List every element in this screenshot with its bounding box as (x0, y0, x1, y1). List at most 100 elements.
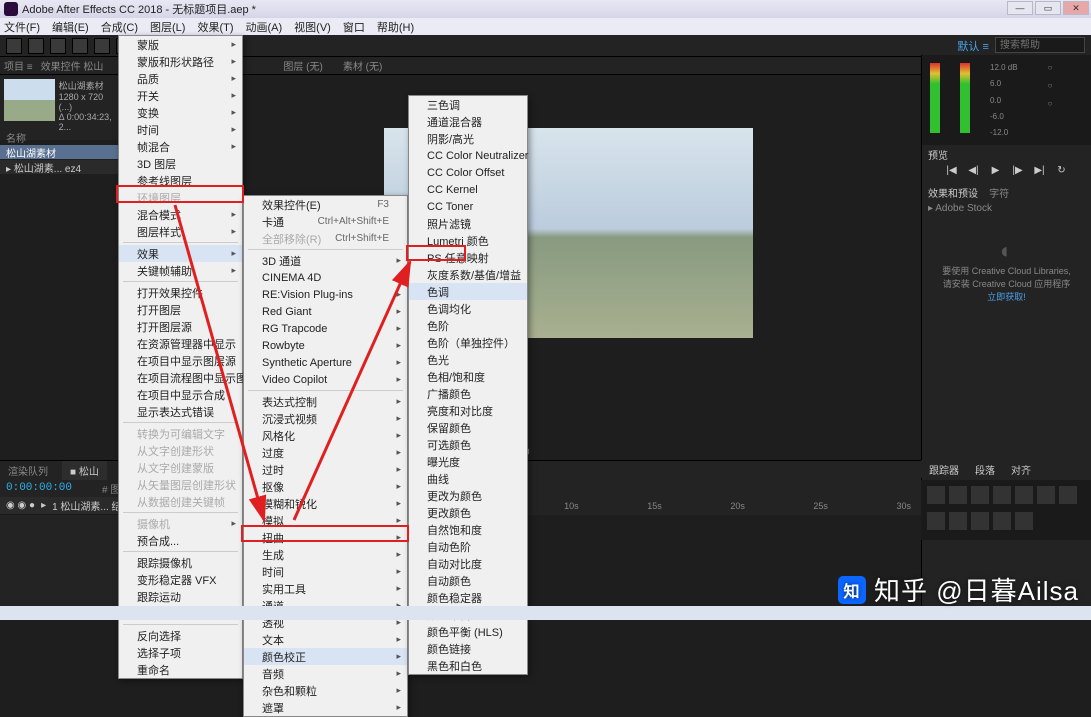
workspace-default[interactable]: 默认 ≡ (957, 38, 988, 54)
minimize-button[interactable]: — (1007, 1, 1033, 15)
home-icon[interactable] (6, 38, 22, 54)
align-icon[interactable] (971, 512, 989, 530)
tab-align[interactable]: 对齐 (1003, 460, 1039, 478)
menu-item[interactable]: RE:Vision Plug-ins (244, 286, 407, 303)
cc-download-link[interactable]: 立即获取! (922, 290, 1091, 303)
effects-presets-header[interactable]: 效果和预设 字符 (922, 183, 1091, 199)
render-queue-tab[interactable]: 渲染队列 (0, 461, 56, 480)
menu-item[interactable]: 自动颜色 (409, 572, 527, 589)
play-icon[interactable]: ▶ (988, 165, 1004, 179)
menu-item[interactable]: 曲线 (409, 470, 527, 487)
menu-item[interactable]: 蒙版和形状路径 (119, 53, 242, 70)
menu-item[interactable]: 选择子项 (119, 644, 242, 661)
menu-item[interactable]: 色相/饱和度 (409, 368, 527, 385)
menu-item[interactable]: 在项目中显示图层源 (119, 352, 242, 369)
menu-edit[interactable]: 编辑(E) (52, 19, 89, 35)
menu-item[interactable]: 自然饱和度 (409, 521, 527, 538)
menu-item[interactable]: 打开图层源 (119, 318, 242, 335)
align-icon[interactable] (993, 512, 1011, 530)
project-item[interactable]: 松山湖素材 (0, 145, 118, 159)
menu-item[interactable]: 照片滤镜 (409, 215, 527, 232)
menu-item[interactable]: 在项目中显示合成 (119, 386, 242, 403)
hand-tool-icon[interactable] (50, 38, 66, 54)
menu-comp[interactable]: 合成(C) (101, 19, 138, 35)
close-button[interactable]: ✕ (1063, 1, 1089, 15)
menu-item[interactable]: 时间 (119, 121, 242, 138)
menu-item[interactable]: 表达式控制 (244, 393, 407, 410)
align-icon[interactable] (949, 486, 967, 504)
menu-item[interactable]: Video Copilot (244, 371, 407, 388)
menu-item[interactable]: 沉浸式视频 (244, 410, 407, 427)
menu-item[interactable]: Lumetri 颜色 (409, 232, 527, 249)
menu-item[interactable]: 跟踪运动 (119, 588, 242, 605)
menu-item[interactable]: 音频 (244, 665, 407, 682)
menu-item[interactable]: 在项目流程图中显示图层 (119, 369, 242, 386)
menu-item[interactable]: RG Trapcode (244, 320, 407, 337)
menu-item[interactable]: 三色调 (409, 96, 527, 113)
menu-item[interactable]: 亮度和对比度 (409, 402, 527, 419)
menu-file[interactable]: 文件(F) (4, 19, 40, 35)
menu-item[interactable]: 色阶 (409, 317, 527, 334)
menu-item[interactable]: 参考线图层 (119, 172, 242, 189)
menu-item[interactable]: 卡通Ctrl+Alt+Shift+E (244, 213, 407, 230)
menu-item[interactable]: 在资源管理器中显示 (119, 335, 242, 352)
stock-row[interactable]: ▸ Adobe Stock (922, 199, 1091, 218)
menu-item[interactable]: CC Toner (409, 198, 527, 215)
menu-item[interactable]: 阴影/高光 (409, 130, 527, 147)
menu-item[interactable]: 过度 (244, 444, 407, 461)
menu-item[interactable]: 混合模式 (119, 206, 242, 223)
menu-item[interactable]: 自动色阶 (409, 538, 527, 555)
menu-item[interactable]: CC Color Neutralizer (409, 147, 527, 164)
menu-item[interactable]: 颜色稳定器 (409, 589, 527, 606)
align-icon[interactable] (1015, 486, 1033, 504)
menu-item[interactable]: 反向选择 (119, 627, 242, 644)
menu-item[interactable]: 蒙版 (119, 36, 242, 53)
menu-item[interactable]: 开关 (119, 87, 242, 104)
first-frame-icon[interactable]: |◀ (944, 165, 960, 179)
menu-item[interactable]: 效果 (119, 245, 242, 262)
menu-item[interactable]: 自动对比度 (409, 555, 527, 572)
menu-item[interactable]: 图层样式 (119, 223, 242, 240)
menu-item[interactable]: 广播颜色 (409, 385, 527, 402)
bottom-scrollbar[interactable] (0, 606, 1091, 620)
menu-item[interactable]: 变换 (119, 104, 242, 121)
menu-item[interactable]: 跟踪摄像机 (119, 554, 242, 571)
menu-item[interactable]: 色调 (409, 283, 527, 300)
menu-item[interactable]: CC Kernel (409, 181, 527, 198)
menu-item[interactable]: 颜色链接 (409, 640, 527, 657)
align-icon[interactable] (1037, 486, 1055, 504)
menu-item[interactable]: 3D 图层 (119, 155, 242, 172)
menu-item[interactable]: 可选颜色 (409, 436, 527, 453)
menu-item[interactable]: 效果控件(E)F3 (244, 196, 407, 213)
select-tool-icon[interactable] (28, 38, 44, 54)
menu-item[interactable]: 抠像 (244, 478, 407, 495)
loop-icon[interactable]: ↻ (1054, 165, 1070, 179)
menu-layer[interactable]: 图层(L) (150, 19, 185, 35)
align-icon[interactable] (927, 486, 945, 504)
last-frame-icon[interactable]: ▶| (1032, 165, 1048, 179)
menu-item[interactable]: Rowbyte (244, 337, 407, 354)
menu-item[interactable]: CC Color Offset (409, 164, 527, 181)
menu-item[interactable]: 灰度系数/基值/增益 (409, 266, 527, 283)
menu-item[interactable]: 显示表达式错误 (119, 403, 242, 420)
menu-item[interactable]: PS 任意映射 (409, 249, 527, 266)
menu-item[interactable]: 生成 (244, 546, 407, 563)
menu-item[interactable]: 遮罩 (244, 699, 407, 716)
zoom-tool-icon[interactable] (72, 38, 88, 54)
maximize-button[interactable]: ▭ (1035, 1, 1061, 15)
menu-item[interactable]: Synthetic Aperture (244, 354, 407, 371)
menu-item[interactable]: Red Giant (244, 303, 407, 320)
align-icon[interactable] (1015, 512, 1033, 530)
menu-item[interactable]: 颜色校正 (244, 648, 407, 665)
align-icon[interactable] (971, 486, 989, 504)
menu-item[interactable]: 打开效果控件 (119, 284, 242, 301)
menu-item[interactable]: 色光 (409, 351, 527, 368)
menu-item[interactable]: 更改为颜色 (409, 487, 527, 504)
menu-item[interactable]: 文本 (244, 631, 407, 648)
menu-item[interactable]: 颜色平衡 (HLS) (409, 623, 527, 640)
menu-view[interactable]: 视图(V) (294, 19, 331, 35)
align-icon[interactable] (1059, 486, 1077, 504)
effect-controls-tab[interactable]: 效果控件 松山 (41, 58, 104, 73)
menu-item[interactable]: 时间 (244, 563, 407, 580)
align-icon[interactable] (949, 512, 967, 530)
